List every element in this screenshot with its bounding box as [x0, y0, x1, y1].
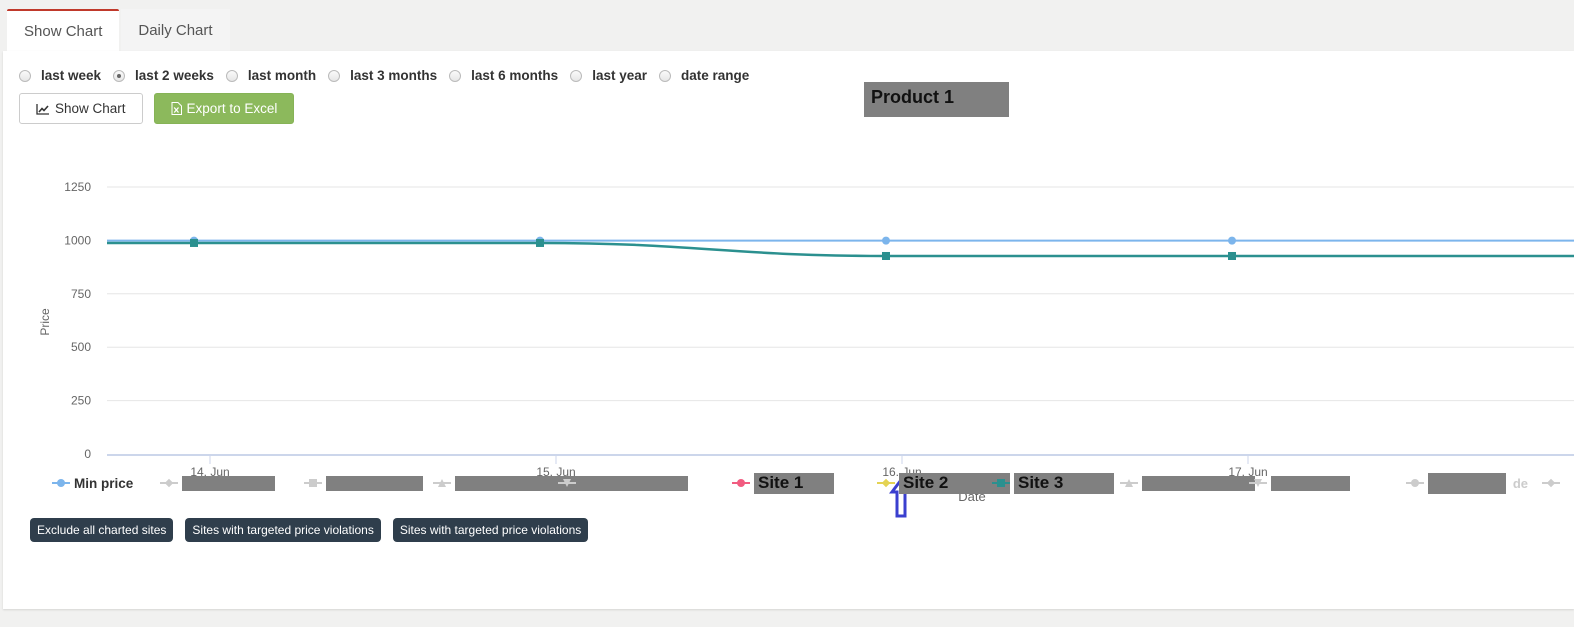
y-tick-label: 750 [71, 287, 91, 301]
legend-item[interactable]: Site 3 [992, 470, 1114, 496]
legend-symbol-square-icon [992, 477, 1010, 489]
exclude-all-sites-button[interactable]: Exclude all charted sites [30, 518, 174, 542]
legend-symbol-circle-icon [52, 477, 70, 489]
legend-item[interactable] [1542, 470, 1564, 496]
data-point [1228, 236, 1236, 245]
legend-label [580, 475, 688, 491]
legend-label [1142, 475, 1255, 491]
legend-symbol-triangle-icon [1120, 477, 1138, 489]
legend-symbol-triangle-down-icon [1249, 477, 1267, 489]
data-point [882, 251, 890, 260]
data-point [190, 238, 198, 247]
data-point [1228, 251, 1236, 260]
legend-item[interactable] [304, 470, 423, 496]
data-point [536, 238, 544, 247]
y-tick-label: 500 [71, 340, 91, 354]
legend-label: Min price [74, 475, 134, 491]
legend-item[interactable]: Site 1 [732, 470, 834, 496]
legend-label [1271, 475, 1350, 491]
legend-item[interactable] [558, 470, 688, 496]
legend-symbol-diamond-icon [877, 477, 895, 489]
legend-symbol-diamond-icon [1542, 477, 1560, 489]
legend-item[interactable]: Min price [52, 470, 133, 496]
legend-symbol-diamond-icon [160, 477, 178, 489]
legend-label: Site 3 [1014, 472, 1114, 494]
legend-symbol-circle-icon [1406, 477, 1424, 489]
legend-label [326, 475, 423, 491]
legend-label [182, 475, 275, 491]
legend-symbol-triangle-icon [433, 477, 451, 489]
action-buttons: Exclude all charted sites Sites with tar… [30, 518, 600, 542]
legend-item[interactable] [1120, 470, 1255, 496]
legend-label: Site 1 [754, 472, 834, 494]
y-tick-label: 1250 [64, 180, 91, 194]
legend-item[interactable]: Site 2 [877, 470, 1010, 496]
price-violations-button-2[interactable]: Sites with targeted price violations [392, 518, 589, 542]
legend-item[interactable]: de [1406, 470, 1528, 496]
legend-symbol-square-icon [304, 477, 322, 489]
price-chart: 02505007501000125014. Jun15. Jun16. Jun1… [38, 180, 1574, 518]
y-axis-label: Price [38, 308, 52, 336]
legend-symbol-circle-icon [732, 477, 750, 489]
legend-item[interactable] [1249, 470, 1350, 496]
y-tick-label: 250 [71, 394, 91, 408]
chart-legend: Min price Site 1 Site 2 Site 3 de [52, 470, 1571, 496]
legend-label: de [1428, 472, 1528, 494]
price-violations-button[interactable]: Sites with targeted price violations [185, 518, 381, 542]
data-point [882, 236, 890, 245]
legend-symbol-triangle-down-icon [558, 477, 576, 489]
y-tick-label: 1000 [64, 233, 91, 247]
legend-item[interactable] [160, 470, 275, 496]
series-line-site-3 [107, 241, 1574, 258]
y-tick-label: 0 [84, 447, 91, 461]
